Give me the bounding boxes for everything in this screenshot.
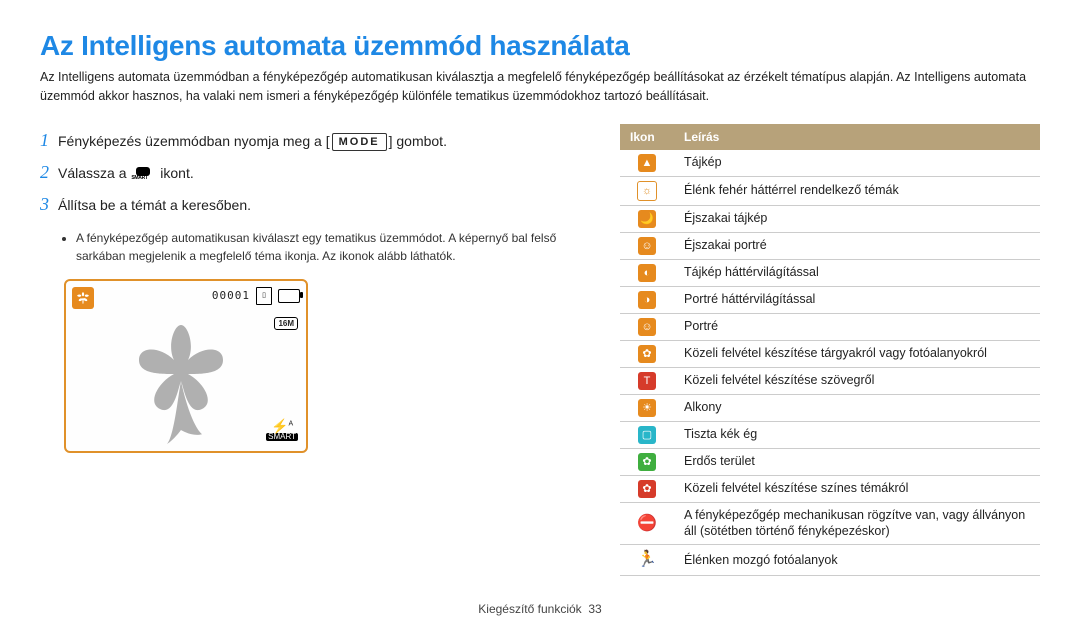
footer-section: Kiegészítő funkciók [478,602,581,616]
mode-button-label: MODE [332,133,387,151]
mode-icon-table: Ikon Leírás ▲Tájkép☼Élénk fehér háttérre… [620,124,1040,576]
row-icon: ☼ [620,176,674,205]
row-icon: ✿ [620,340,674,367]
row-desc: Éjszakai portré [674,232,1040,259]
step-number-3: 3 [40,188,58,220]
row-icon: ⛔ [620,502,674,545]
step-2-text-b: ikont. [156,165,193,181]
camera-screen-preview: 00001 ▯ 16M ⚡A SMART [64,279,308,453]
row-desc: Élénk fehér háttérrel rendelkező témák [674,176,1040,205]
th-icon: Ikon [620,124,674,150]
step-3-text: Állítsa be a témát a keresőben. [58,193,251,218]
row-icon: ✿ [620,448,674,475]
row-desc: Közeli felvétel készítése színes témákró… [674,475,1040,502]
table-row: ☺Portré [620,313,1040,340]
flash-smart-icon: ⚡A SMART [266,419,298,441]
page-footer: Kiegészítő funkciók 33 [0,602,1080,616]
row-icon: ☺ [620,232,674,259]
row-desc: Tájkép háttérvilágítással [674,259,1040,286]
table-row: ▢Tiszta kék ég [620,421,1040,448]
page-title: Az Intelligens automata üzemmód használa… [40,30,1040,62]
table-row: ⛔A fényképezőgép mechanikusan rögzítve v… [620,502,1040,545]
row-icon: ◐ [620,259,674,286]
smart-mode-icon [133,167,153,181]
row-icon: ☺ [620,313,674,340]
step-1-text-b: ] gombot. [389,133,447,149]
row-desc: A fényképezőgép mechanikusan rögzítve va… [674,502,1040,545]
row-icon: ▢ [620,421,674,448]
sd-card-icon: ▯ [256,287,272,305]
shot-counter: 00001 [212,289,250,302]
row-icon: ▲ [620,150,674,177]
row-desc: Erdős terület [674,448,1040,475]
table-row: 🏃Élénken mozgó fotóalanyok [620,545,1040,576]
step-number-2: 2 [40,156,58,188]
row-desc: Közeli felvétel készítése szövegről [674,367,1040,394]
row-desc: Élénken mozgó fotóalanyok [674,545,1040,576]
battery-icon [278,289,300,303]
row-desc: Éjszakai tájkép [674,205,1040,232]
row-desc: Alkony [674,394,1040,421]
table-row: ◐Tájkép háttérvilágítással [620,259,1040,286]
row-desc: Portré [674,313,1040,340]
table-row: ☼Élénk fehér háttérrel rendelkező témák [620,176,1040,205]
row-icon: T [620,367,674,394]
row-desc: Portré háttérvilágítással [674,286,1040,313]
row-desc: Közeli felvétel készítése tárgyakról vag… [674,340,1040,367]
mode-indicator-icon [72,287,94,309]
step-3: 3 Állítsa be a témát a keresőben. [40,188,580,220]
step-2-text-a: Válassza a [58,165,130,181]
step-1-text-a: Fényképezés üzemmódban nyomja meg a [ [58,133,330,149]
table-row: TKözeli felvétel készítése szövegről [620,367,1040,394]
step-number-1: 1 [40,124,58,156]
table-row: 🌙Éjszakai tájkép [620,205,1040,232]
row-desc: Tájkép [674,150,1040,177]
preview-flower-graphic [96,311,266,451]
row-icon: ✿ [620,475,674,502]
row-icon: ☀ [620,394,674,421]
table-row: ✿Közeli felvétel készítése színes témákr… [620,475,1040,502]
table-row: ☺Éjszakai portré [620,232,1040,259]
row-icon: 🌙 [620,205,674,232]
step-2: 2 Válassza a ikont. [40,156,580,188]
bullet-note: A fényképezőgép automatikusan kiválaszt … [76,229,580,265]
table-row: ◑Portré háttérvilágítással [620,286,1040,313]
row-icon: ◑ [620,286,674,313]
intro-text: Az Intelligens automata üzemmódban a fén… [40,68,1040,106]
table-row: ✿Erdős terület [620,448,1040,475]
resolution-badge: 16M [274,317,298,330]
step-1: 1 Fényképezés üzemmódban nyomja meg a [M… [40,124,580,156]
table-row: ☀Alkony [620,394,1040,421]
table-row: ▲Tájkép [620,150,1040,177]
row-desc: Tiszta kék ég [674,421,1040,448]
th-desc: Leírás [674,124,1040,150]
footer-page-number: 33 [588,602,601,616]
row-icon: 🏃 [620,545,674,576]
table-row: ✿Közeli felvétel készítése tárgyakról va… [620,340,1040,367]
